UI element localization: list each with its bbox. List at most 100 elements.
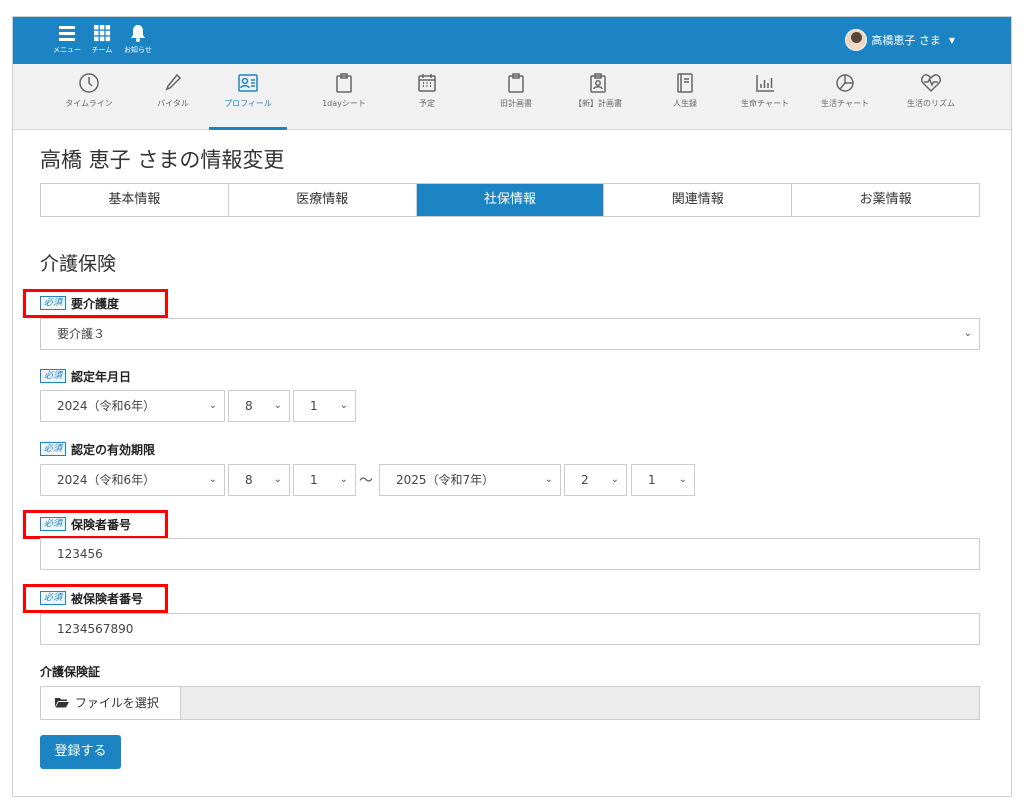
insurer-no-label-text: 保険者番号 xyxy=(71,517,132,532)
profile-card-icon xyxy=(238,74,258,92)
required-badge: 必須 xyxy=(40,296,67,310)
chevron-down-icon: ⌄ xyxy=(963,328,972,339)
cert-month-value: 8 xyxy=(245,399,253,413)
calendar-icon xyxy=(418,74,436,92)
insured-no-input[interactable]: 1234567890 xyxy=(40,613,980,645)
nav-living-chart[interactable]: 生活チャート xyxy=(806,72,884,130)
valid-from-month-select[interactable]: 8 ⌄ xyxy=(228,464,290,496)
nav-new-plan[interactable]: 【新】計画書 xyxy=(559,72,637,130)
menu-button[interactable]: メニュー xyxy=(50,23,84,61)
thermometer-icon xyxy=(165,73,182,91)
chevron-down-icon: ⌄ xyxy=(208,474,217,485)
cert-day-select[interactable]: 1 ⌄ xyxy=(293,390,356,422)
nav-label: 予定 xyxy=(419,99,435,108)
cert-month-select[interactable]: 8 ⌄ xyxy=(228,390,290,422)
choose-file-button[interactable]: ファイルを選択 xyxy=(40,686,181,720)
cert-date-label: 必須 認定年月日 xyxy=(40,367,131,385)
clipboard-person-icon xyxy=(590,73,606,93)
chevron-down-icon: ⌄ xyxy=(339,400,348,411)
valid-period-label: 必須 認定の有効期限 xyxy=(40,440,155,458)
heart-pulse-icon xyxy=(921,74,941,93)
info-tabs: 基本情報 医療情報 社保情報 関連情報 お薬情報 xyxy=(40,183,980,217)
valid-from-month-value: 8 xyxy=(245,473,253,487)
folder-open-icon xyxy=(55,698,69,708)
nav-life-chart[interactable]: 生命チャート xyxy=(726,72,804,130)
grid-icon xyxy=(85,23,119,45)
user-name: 高橋恵子 さま xyxy=(871,34,941,47)
notice-button[interactable]: お知らせ xyxy=(121,23,155,61)
nav-profile[interactable]: プロフィール xyxy=(209,72,287,130)
nav-label: 1dayシート xyxy=(322,99,366,108)
nav-life-record[interactable]: 人生録 xyxy=(646,72,724,130)
nav-label: 生活チャート xyxy=(821,99,869,108)
nav-life-rhythm[interactable]: 生活のリズム xyxy=(892,72,970,130)
valid-from-day-select[interactable]: 1 ⌄ xyxy=(293,464,356,496)
chevron-down-icon: ⌄ xyxy=(273,400,282,411)
valid-to-month-value: 2 xyxy=(581,473,589,487)
tab-social-insurance-info[interactable]: 社保情報 xyxy=(416,184,605,216)
caret-down-icon: ▼ xyxy=(948,35,955,45)
team-button[interactable]: チーム xyxy=(85,23,119,61)
chevron-down-icon: ⌄ xyxy=(273,474,282,485)
register-button[interactable]: 登録する xyxy=(40,735,121,769)
app-frame: メニュー チーム お知らせ 高橋恵子 さま ▼ タイムライン バイタル プロフィ… xyxy=(12,16,1012,797)
cert-year-select[interactable]: 2024（令和6年） ⌄ xyxy=(40,390,225,422)
nav-old-plan[interactable]: 旧計画書 xyxy=(477,72,555,130)
feature-nav: タイムライン バイタル プロフィール 1dayシート 予定 旧計画書 【新】計画… xyxy=(13,64,1011,130)
hamburger-icon xyxy=(50,23,84,45)
pie-chart-icon xyxy=(836,74,854,92)
care-level-label-text: 要介護度 xyxy=(71,296,120,311)
file-name-field xyxy=(180,686,980,720)
nav-label: タイムライン xyxy=(65,99,113,108)
section-title: 介護保険 xyxy=(40,253,117,275)
cert-year-value: 2024（令和6年） xyxy=(57,399,156,413)
nav-label: 生命チャート xyxy=(741,99,789,108)
care-level-select[interactable]: 要介護３ ⌄ xyxy=(40,318,980,350)
nav-timeline[interactable]: タイムライン xyxy=(50,72,128,130)
notice-label: お知らせ xyxy=(124,46,152,54)
cert-date-label-text: 認定年月日 xyxy=(71,369,132,384)
page-title: 高橋 恵子 さまの情報変更 xyxy=(40,148,285,172)
required-badge: 必須 xyxy=(40,517,67,531)
choose-file-label: ファイルを選択 xyxy=(74,696,159,710)
valid-to-year-select[interactable]: 2025（令和7年） ⌄ xyxy=(379,464,561,496)
nav-label: 【新】計画書 xyxy=(574,99,622,108)
nav-label: プロフィール xyxy=(224,99,272,108)
bell-icon xyxy=(121,23,155,45)
book-icon xyxy=(677,73,693,93)
valid-from-day-value: 1 xyxy=(310,473,318,487)
chevron-down-icon: ⌄ xyxy=(208,400,217,411)
avatar xyxy=(845,29,868,51)
clipboard-icon xyxy=(336,73,352,93)
clock-icon xyxy=(79,73,99,93)
bar-chart-icon xyxy=(756,75,774,92)
insurer-no-label: 必須 保険者番号 xyxy=(40,515,131,533)
range-separator: ～ xyxy=(359,473,373,489)
nav-label: 旧計画書 xyxy=(500,99,532,108)
clipboard-icon xyxy=(508,73,524,93)
user-menu[interactable]: 高橋恵子 さま ▼ xyxy=(845,28,955,52)
valid-from-year-select[interactable]: 2024（令和6年） ⌄ xyxy=(40,464,225,496)
required-badge: 必須 xyxy=(40,442,67,456)
tab-related-info[interactable]: 関連情報 xyxy=(604,184,793,216)
valid-from-year-value: 2024（令和6年） xyxy=(57,473,156,487)
chevron-down-icon: ⌄ xyxy=(544,474,553,485)
insurer-no-value: 123456 xyxy=(57,547,103,561)
nav-label: 人生録 xyxy=(673,99,697,108)
insurance-card-label: 介護保険証 xyxy=(40,664,101,679)
nav-1day-sheet[interactable]: 1dayシート xyxy=(305,72,383,130)
valid-to-day-value: 1 xyxy=(648,473,656,487)
tab-basic-info[interactable]: 基本情報 xyxy=(41,184,229,216)
tab-medical-info[interactable]: 医療情報 xyxy=(229,184,417,216)
care-level-value: 要介護３ xyxy=(57,327,106,341)
insured-no-label: 必須 被保険者番号 xyxy=(40,589,143,607)
valid-to-month-select[interactable]: 2 ⌄ xyxy=(564,464,627,496)
nav-vital[interactable]: バイタル xyxy=(134,72,212,130)
insurer-no-input[interactable]: 123456 xyxy=(40,538,980,570)
valid-to-day-select[interactable]: 1 ⌄ xyxy=(631,464,695,496)
nav-schedule[interactable]: 予定 xyxy=(388,72,466,130)
required-badge: 必須 xyxy=(40,591,67,605)
care-level-label: 必須 要介護度 xyxy=(40,294,119,312)
tab-medicine-info[interactable]: お薬情報 xyxy=(792,184,979,216)
valid-period-label-text: 認定の有効期限 xyxy=(71,442,156,457)
